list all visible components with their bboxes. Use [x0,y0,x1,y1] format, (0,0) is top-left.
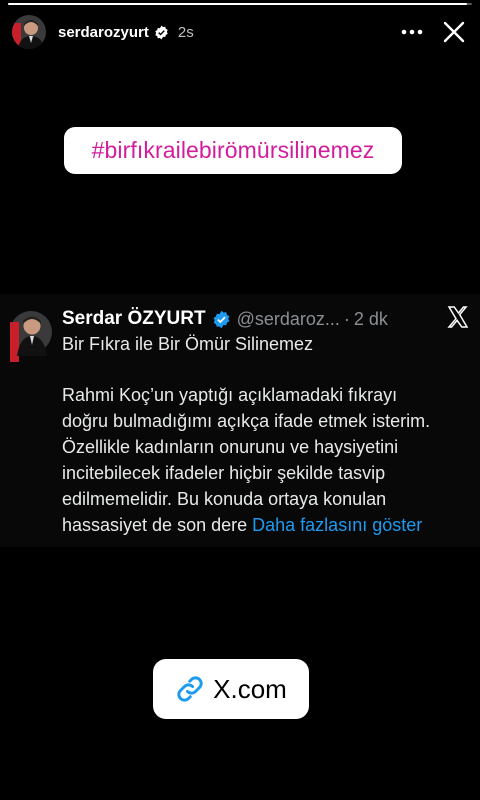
tweet-avatar [6,304,52,362]
tweet-author-name[interactable]: Serdar ÖZYURT [62,308,206,330]
verified-icon [154,25,169,40]
avatar[interactable] [12,15,46,49]
story-username[interactable]: serdarozyurt [58,24,149,41]
hashtag-sticker[interactable]: #birfıkrailebirömürsilinemez [64,127,402,174]
separator-dot: · [343,308,350,329]
story-header: serdarozyurt 2s [12,12,468,52]
story-progress-fill [8,3,468,5]
tweet-body-line: Rahmi Koç’un yaptığı açıklamadaki fıkray… [62,385,398,405]
tweet-body-last-line: hassasiyet de son dere Daha fazlasını gö… [62,512,472,538]
verified-icon [212,310,231,329]
tweet-card[interactable]: Serdar ÖZYURT @serdaroz... · 2 dk Bir Fı… [0,294,480,547]
tweet-body-line: edilmemelidir. Bu konuda ortaya konulan [62,489,387,509]
tweet-body-line: doğru bulmadığımı açıkça ifade etmek ist… [62,411,431,431]
story-progress-track [8,3,472,5]
link-sticker[interactable]: X.com [153,659,309,719]
tweet-header: Serdar ÖZYURT @serdaroz... · 2 dk [62,306,470,332]
tweet-author-handle[interactable]: @serdaroz... [237,309,340,330]
more-options-icon[interactable] [398,18,426,46]
tweet-body-line: incitebilecek ifadeler hiçbir şekilde ta… [62,463,386,483]
hashtag-text: #birfıkrailebirömürsilinemez [91,137,375,163]
tweet-body-line: Özellikle kadınların onurunu ve haysiyet… [62,437,399,457]
tweet-time: 2 dk [353,308,388,329]
story-time: 2s [177,23,194,41]
x-logo-icon [446,305,470,329]
tweet-body: Rahmi Koç’un yaptığı açıklamadaki fıkray… [62,382,472,538]
tweet-title: Bir Fıkra ile Bir Ömür Silinemez [62,334,314,354]
tweet-body-line: hassasiyet de son dere [62,515,248,535]
link-text: X.com [213,673,287,704]
link-icon [175,674,205,704]
show-more-link[interactable]: Daha fazlasını göster [252,515,422,535]
close-icon[interactable] [440,18,468,46]
